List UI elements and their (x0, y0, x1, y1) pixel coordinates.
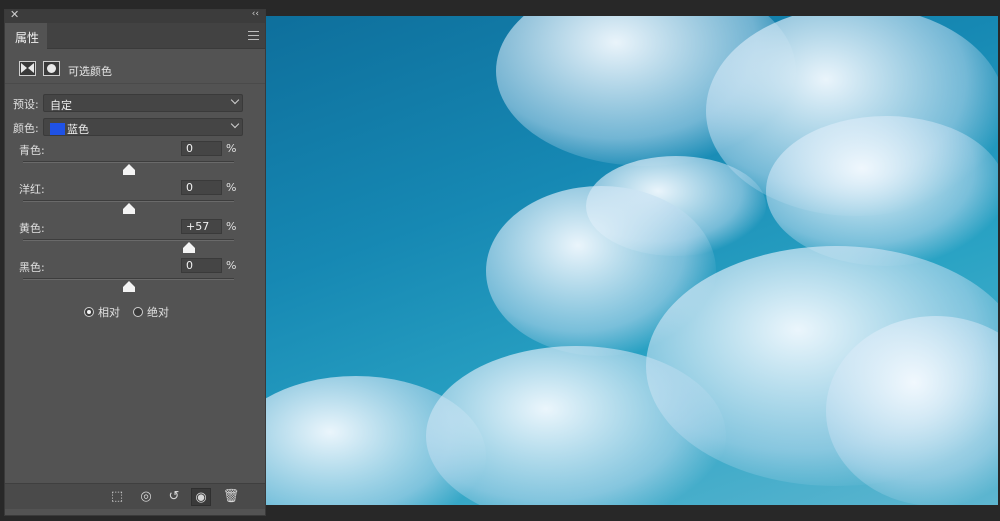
color-dropdown[interactable]: 蓝色 (43, 118, 243, 136)
cyan-label: 青色: (19, 144, 45, 157)
cyan-input[interactable]: 0 (181, 141, 222, 156)
absolute-radio[interactable] (133, 307, 143, 317)
black-label: 黑色: (19, 261, 45, 274)
method-absolute-option[interactable]: 绝对 (133, 304, 169, 320)
chevron-down-icon (230, 95, 240, 105)
panel-menu-icon[interactable] (248, 31, 259, 40)
cyan-slider-track[interactable] (23, 161, 234, 163)
magenta-input[interactable]: 0 (181, 180, 222, 195)
relative-radio[interactable] (84, 307, 94, 317)
visibility-icon[interactable]: ◉ (191, 488, 211, 506)
black-slider-track[interactable] (23, 278, 234, 280)
magenta-slider-track[interactable] (23, 200, 234, 202)
panel-tab-bar: 属性 (5, 23, 265, 49)
color-label: 颜色: (13, 122, 39, 135)
reset-icon[interactable]: ↺ (164, 488, 184, 506)
yellow-slider-thumb[interactable] (182, 242, 195, 253)
view-previous-state-icon[interactable]: ◎ (136, 488, 156, 506)
black-slider-thumb[interactable] (122, 281, 135, 292)
preset-dropdown[interactable]: 自定 (43, 94, 243, 112)
close-panel-icon[interactable]: ✕ (10, 8, 19, 21)
panel-bottom-toolbar: ⬚ ◎ ↺ ◉ 🗑 (5, 483, 265, 509)
relative-label: 相对 (98, 306, 120, 319)
absolute-label: 绝对 (147, 306, 169, 319)
adjustment-header: 可选颜色 (5, 56, 265, 84)
tab-properties[interactable]: 属性 (5, 23, 47, 49)
cyan-slider-thumb[interactable] (122, 164, 135, 175)
chevron-down-icon (230, 119, 240, 129)
canvas-image[interactable] (266, 16, 998, 505)
collapse-panel-icon[interactable]: ‹‹ (252, 9, 259, 19)
magenta-slider-thumb[interactable] (122, 203, 135, 214)
preset-value: 自定 (50, 99, 72, 112)
preset-label: 预设: (13, 98, 39, 111)
color-value: 蓝色 (67, 123, 89, 136)
method-relative-option[interactable]: 相对 (84, 304, 120, 320)
yellow-input[interactable]: +57 (181, 219, 222, 234)
selective-color-adjustment-icon[interactable] (19, 61, 36, 76)
magenta-label: 洋红: (19, 183, 45, 196)
cyan-unit: % (226, 142, 237, 155)
yellow-label: 黄色: (19, 222, 45, 235)
color-swatch (50, 123, 65, 135)
panel-title-bar: ✕ ‹‹ (5, 8, 265, 23)
adjustment-title: 可选颜色 (68, 65, 112, 78)
yellow-unit: % (226, 220, 237, 233)
trash-icon[interactable]: 🗑 (221, 488, 241, 506)
black-input[interactable]: 0 (181, 258, 222, 273)
magenta-unit: % (226, 181, 237, 194)
clip-to-layer-icon[interactable]: ⬚ (107, 488, 127, 506)
layer-mask-icon[interactable] (43, 61, 60, 76)
black-unit: % (226, 259, 237, 272)
yellow-slider-track[interactable] (23, 239, 234, 241)
properties-panel: ✕ ‹‹ 属性 可选颜色 预设: 自定 颜色: 蓝色 青色: 0 % 洋红: 0… (4, 8, 266, 516)
